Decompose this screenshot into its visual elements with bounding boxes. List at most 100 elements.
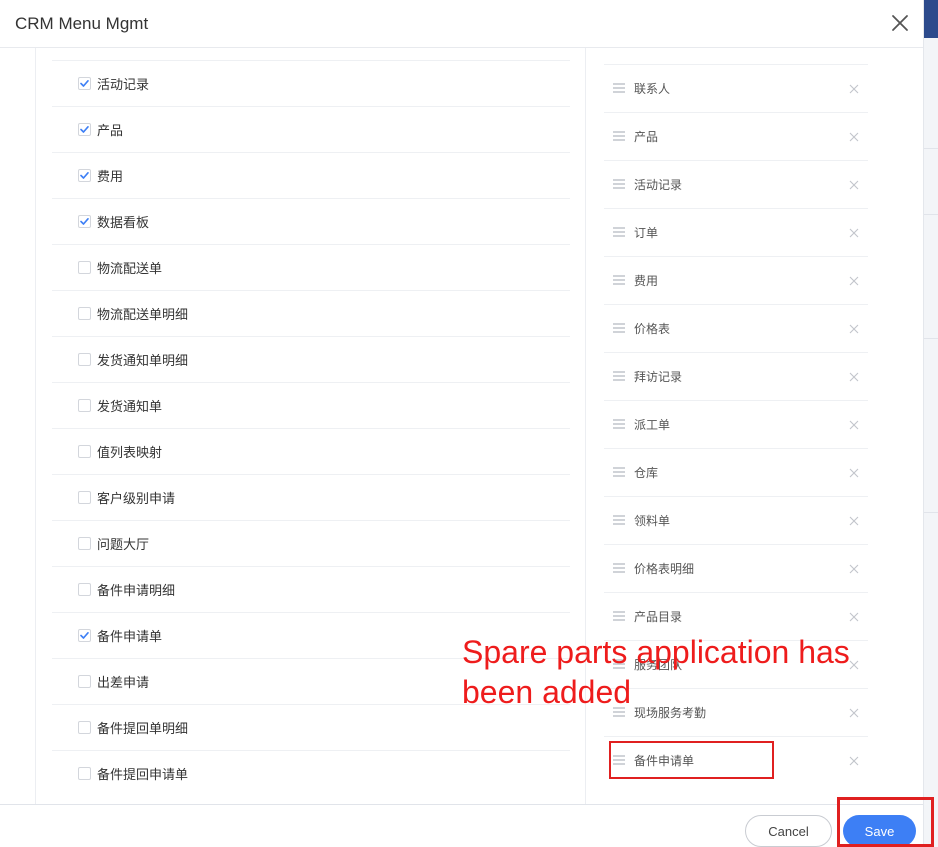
checkmark-icon (80, 632, 89, 639)
remove-icon[interactable] (849, 468, 859, 478)
selected-menu-item[interactable]: 产品 (604, 112, 868, 160)
menu-option-row[interactable]: 发货通知单明细 (52, 336, 570, 382)
menu-option-row[interactable]: 物流配送单 (52, 244, 570, 290)
drag-handle-icon[interactable] (613, 515, 625, 525)
menu-option-row[interactable]: 客户级别申请 (52, 474, 570, 520)
checkbox-unchecked[interactable] (78, 721, 91, 734)
annotation-highlight-save (837, 797, 934, 847)
selected-menu-item[interactable]: 领料单 (604, 496, 868, 544)
remove-icon[interactable] (849, 564, 859, 574)
menu-option-label: 备件申请明细 (97, 583, 176, 598)
selected-menu-label: 活动记录 (634, 178, 683, 192)
drag-handle-icon[interactable] (613, 227, 625, 237)
cancel-button[interactable]: Cancel (745, 815, 832, 847)
selected-menu-item[interactable]: 价格表 (604, 304, 868, 352)
selected-menu-label: 联系人 (634, 82, 671, 96)
checkbox-checked[interactable] (78, 123, 91, 136)
selected-menu-label: 产品目录 (634, 610, 683, 624)
remove-icon[interactable] (849, 420, 859, 430)
selected-menu-label: 产品 (634, 130, 659, 144)
menu-option-row[interactable]: 费用 (52, 152, 570, 198)
menu-option-row[interactable]: 产品 (52, 106, 570, 152)
menu-option-label: 物流配送单 (97, 261, 163, 276)
remove-icon[interactable] (849, 84, 859, 94)
dialog-header: CRM Menu Mgmt (0, 0, 923, 48)
drag-handle-icon[interactable] (613, 467, 625, 477)
menu-option-label: 备件申请单 (97, 629, 163, 644)
menu-option-row[interactable]: 发货通知单 (52, 382, 570, 428)
selected-menu-label: 领料单 (634, 514, 671, 528)
remove-icon[interactable] (849, 756, 859, 766)
annotation-text: Spare parts application has been added (462, 634, 850, 710)
remove-icon[interactable] (849, 228, 859, 238)
drag-handle-icon[interactable] (613, 611, 625, 621)
menu-option-label: 问题大厅 (97, 537, 150, 552)
checkbox-checked[interactable] (78, 215, 91, 228)
remove-icon[interactable] (849, 612, 859, 622)
remove-icon[interactable] (849, 132, 859, 142)
remove-icon[interactable] (849, 276, 859, 286)
drag-handle-icon[interactable] (613, 179, 625, 189)
checkbox-unchecked[interactable] (78, 491, 91, 504)
checkbox-unchecked[interactable] (78, 583, 91, 596)
selected-menu-label: 拜访记录 (634, 370, 683, 384)
remove-icon[interactable] (849, 180, 859, 190)
checkbox-unchecked[interactable] (78, 675, 91, 688)
checkbox-checked[interactable] (78, 77, 91, 90)
drag-handle-icon[interactable] (613, 563, 625, 573)
selected-menu-item[interactable]: 订单 (604, 208, 868, 256)
menu-option-label: 产品 (97, 123, 124, 138)
selected-menu-item[interactable]: 仓库 (604, 448, 868, 496)
background-page-strip (923, 0, 938, 847)
dialog-title: CRM Menu Mgmt (15, 14, 149, 33)
checkbox-unchecked[interactable] (78, 767, 91, 780)
annotation-highlight-added-item (609, 741, 774, 779)
selected-menu-item[interactable]: 费用 (604, 256, 868, 304)
crm-menu-dialog: CRM Menu Mgmt 活动记录 产品 费用 数据看板 物流配送单 物流配送单明细 发货… (0, 0, 923, 847)
menu-option-label: 物流配送单明细 (97, 307, 189, 322)
checkbox-unchecked[interactable] (78, 353, 91, 366)
selected-menu-item[interactable]: 联系人 (604, 64, 868, 112)
drag-handle-icon[interactable] (613, 419, 625, 429)
remove-icon[interactable] (849, 324, 859, 334)
selected-menu-item[interactable]: 活动记录 (604, 160, 868, 208)
selected-menu-label: 价格表明细 (634, 562, 695, 576)
remove-icon[interactable] (849, 516, 859, 526)
menu-option-row[interactable]: 数据看板 (52, 198, 570, 244)
checkbox-checked[interactable] (78, 629, 91, 642)
drag-handle-icon[interactable] (613, 83, 625, 93)
checkbox-unchecked[interactable] (78, 399, 91, 412)
drag-handle-icon[interactable] (613, 323, 625, 333)
close-icon[interactable] (887, 10, 913, 36)
menu-option-label: 活动记录 (97, 77, 150, 92)
checkbox-unchecked[interactable] (78, 261, 91, 274)
menu-option-row[interactable]: 值列表映射 (52, 428, 570, 474)
checkmark-icon (80, 172, 89, 179)
background-divider (924, 338, 938, 339)
selected-menu-label: 订单 (634, 226, 659, 240)
selected-menu-item[interactable]: 派工单 (604, 400, 868, 448)
menu-option-row[interactable]: 活动记录 (52, 60, 570, 106)
checkbox-unchecked[interactable] (78, 537, 91, 550)
drag-handle-icon[interactable] (613, 371, 625, 381)
menu-option-row[interactable]: 备件申请明细 (52, 566, 570, 612)
selected-menu-label: 费用 (634, 274, 659, 288)
selected-menu-label: 价格表 (634, 322, 671, 336)
menu-option-label: 数据看板 (97, 215, 150, 230)
checkbox-checked[interactable] (78, 169, 91, 182)
drag-handle-icon[interactable] (613, 275, 625, 285)
menu-option-label: 值列表映射 (97, 445, 163, 460)
menu-option-row[interactable]: 备件提回申请单 (52, 750, 570, 796)
selected-menu-item[interactable]: 拜访记录 (604, 352, 868, 400)
menu-option-label: 发货通知单明细 (97, 353, 189, 368)
drag-handle-icon[interactable] (613, 131, 625, 141)
background-divider (924, 214, 938, 215)
menu-option-label: 发货通知单 (97, 399, 163, 414)
selected-menu-item[interactable]: 价格表明细 (604, 544, 868, 592)
checkbox-unchecked[interactable] (78, 307, 91, 320)
menu-option-row[interactable]: 问题大厅 (52, 520, 570, 566)
remove-icon[interactable] (849, 372, 859, 382)
checkbox-unchecked[interactable] (78, 445, 91, 458)
checkmark-icon (80, 218, 89, 225)
menu-option-row[interactable]: 物流配送单明细 (52, 290, 570, 336)
